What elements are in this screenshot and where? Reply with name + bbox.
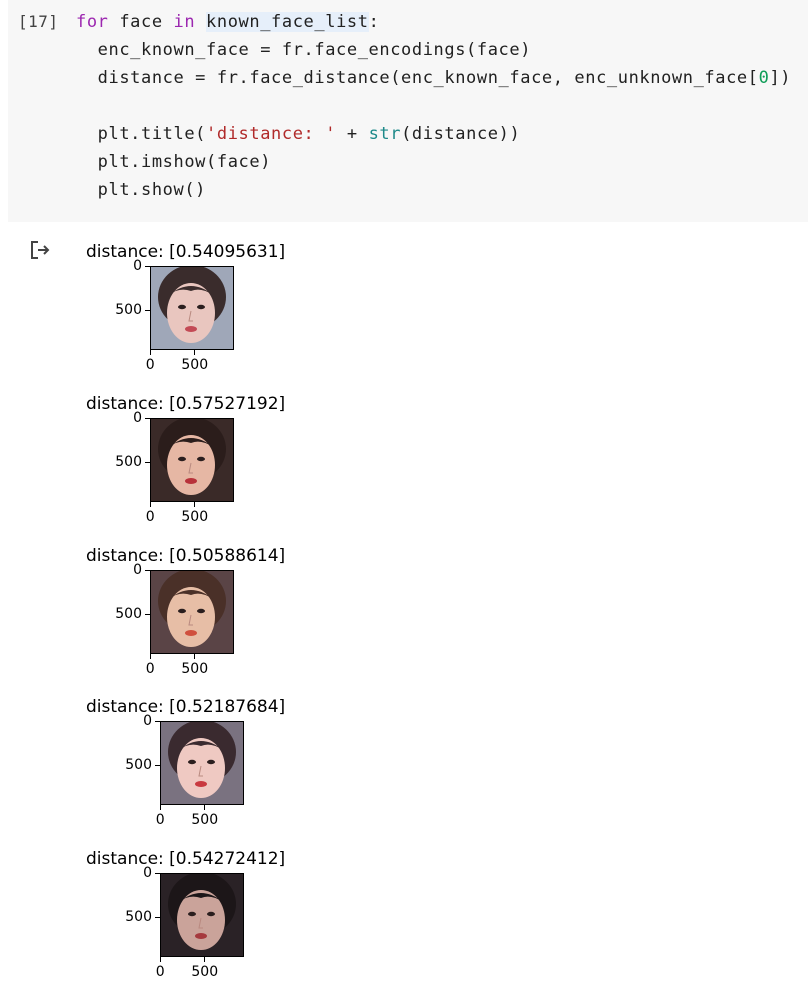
code-token: in	[173, 12, 196, 32]
x-tick-label: 500	[181, 661, 209, 677]
y-tick-label: 500	[115, 454, 142, 470]
y-tick-label: 0	[133, 410, 142, 426]
code-editor[interactable]: for face in known_face_list: enc_known_f…	[76, 8, 791, 204]
x-tick-label: 0	[155, 964, 165, 980]
x-tick-label: 500	[191, 812, 219, 828]
x-tick-label: 0	[145, 357, 155, 373]
x-tick-mark	[160, 957, 161, 962]
plot-figure: distance: [0.57527192] 0 500 0 500	[70, 394, 330, 544]
code-line: distance = fr.face_distance(enc_known_fa…	[76, 64, 791, 92]
x-tick-label: 500	[181, 357, 209, 373]
code-token: plt.imshow(face)	[97, 152, 272, 172]
code-token: +	[336, 124, 369, 144]
y-tick-label: 0	[133, 258, 142, 274]
face-image	[160, 873, 244, 957]
y-tick-label: 0	[143, 865, 152, 881]
y-tick-mark	[155, 721, 160, 722]
x-tick-label: 500	[181, 509, 209, 525]
face-image	[150, 266, 234, 350]
y-tick-mark	[145, 570, 150, 571]
code-token: 0	[758, 68, 770, 88]
code-line: plt.imshow(face)	[76, 148, 791, 176]
code-line: for face in known_face_list:	[76, 8, 791, 36]
x-tick-mark	[150, 350, 151, 355]
code-token: (distance))	[401, 124, 521, 144]
y-tick-mark	[145, 266, 150, 267]
code-token: face	[108, 12, 174, 32]
y-tick-mark	[145, 310, 150, 311]
x-tick-mark	[194, 654, 195, 659]
plot-figure: distance: [0.50588614] 0 500 0 500	[70, 546, 330, 696]
code-token: plt.show()	[97, 180, 207, 200]
x-tick-mark	[204, 957, 205, 962]
code-line: plt.title('distance: ' + str(distance))	[76, 120, 791, 148]
plot-figure: distance: [0.52187684] 0 500 0 500	[70, 697, 330, 847]
code-token: str	[368, 124, 402, 144]
plot-title: distance: [0.52187684]	[86, 697, 286, 717]
x-tick-mark	[150, 502, 151, 507]
plot-title: distance: [0.54095631]	[86, 242, 286, 262]
code-line: enc_known_face = fr.face_encodings(face)	[76, 36, 791, 64]
x-tick-label: 0	[145, 509, 155, 525]
y-tick-mark	[155, 873, 160, 874]
y-tick-label: 500	[125, 909, 152, 925]
y-tick-mark	[155, 765, 160, 766]
y-tick-label: 500	[115, 302, 142, 318]
code-cell[interactable]: [17] for face in known_face_list: enc_kn…	[8, 0, 808, 222]
code-token: for	[76, 12, 109, 32]
plot-figure: distance: [0.54095631] 0 500 0 500	[70, 242, 330, 392]
x-tick-mark	[150, 654, 151, 659]
x-tick-mark	[194, 502, 195, 507]
x-tick-mark	[204, 805, 205, 810]
plot-title: distance: [0.50588614]	[86, 546, 286, 566]
code-token: plt.title(	[97, 124, 207, 144]
y-tick-label: 0	[133, 562, 142, 578]
x-tick-label: 0	[155, 812, 165, 828]
face-image	[150, 418, 234, 502]
code-token: enc_known_face = fr.face_encodings(face)	[97, 40, 532, 60]
y-tick-label: 500	[115, 606, 142, 622]
x-tick-mark	[194, 350, 195, 355]
code-token: ])	[769, 68, 792, 88]
code-line: plt.show()	[76, 176, 791, 204]
output-arrow-icon[interactable]	[28, 238, 52, 262]
y-tick-mark	[145, 614, 150, 615]
x-tick-label: 500	[191, 964, 219, 980]
code-token: distance = fr.face_distance(enc_known_fa…	[97, 68, 759, 88]
y-tick-mark	[155, 917, 160, 918]
plot-figure: distance: [0.54272412] 0 500 0 500	[70, 849, 330, 999]
code-token: :	[368, 12, 380, 32]
code-token: known_face_list	[206, 12, 369, 32]
face-image	[160, 721, 244, 805]
plot-title: distance: [0.57527192]	[86, 394, 286, 414]
y-tick-label: 500	[125, 757, 152, 773]
x-tick-label: 0	[145, 661, 155, 677]
y-tick-label: 0	[143, 713, 152, 729]
plot-title: distance: [0.54272412]	[86, 849, 286, 869]
face-image	[150, 570, 234, 654]
code-token: 'distance: '	[206, 124, 337, 144]
x-tick-mark	[160, 805, 161, 810]
y-tick-mark	[145, 462, 150, 463]
execution-count: [17]	[18, 12, 59, 31]
y-tick-mark	[145, 418, 150, 419]
